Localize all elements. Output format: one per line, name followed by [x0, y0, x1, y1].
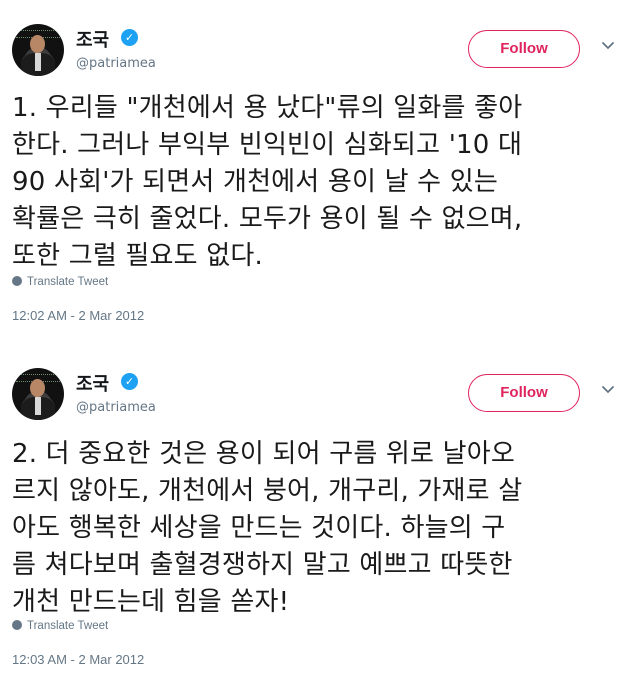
avatar-shirt	[35, 53, 41, 71]
verified-badge-icon: ✓	[121, 373, 138, 390]
translate-tweet-link[interactable]: Translate Tweet	[12, 276, 108, 288]
chevron-down-icon[interactable]	[600, 38, 616, 54]
tweet-text-line: 르지 않아도, 개천에서 붕어, 개구리, 가재로 살	[12, 476, 523, 506]
tweet-text-line: 아도 행복한 세상을 만드는 것이다. 하늘의 구	[12, 513, 506, 543]
tweet-text: 1. 우리들 "개천에서 용 났다"류의 일화를 좋아 한다. 그러나 부익부 …	[12, 90, 632, 275]
avatar[interactable]	[12, 24, 64, 76]
translate-label: Translate Tweet	[27, 620, 109, 632]
avatar[interactable]	[12, 368, 64, 420]
tweet-text-line: 1. 우리들 "개천에서 용 났다"류의 일화를 좋아	[12, 93, 523, 123]
tweet-text-line: 개천 만드는데 힘을 쏟자!	[12, 587, 290, 617]
avatar-face	[30, 35, 45, 53]
tweet-card: 조국 ✓ @patriamea Follow 2. 더 중요한 것은 용이 되어…	[0, 344, 640, 681]
tweet-card: 조국 ✓ @patriamea Follow 1. 우리들 "개천에서 용 났다…	[0, 0, 640, 337]
chevron-down-icon[interactable]	[600, 382, 616, 398]
tweet-text: 2. 더 중요한 것은 용이 되어 구름 위로 날아오 르지 않아도, 개천에서…	[12, 436, 632, 621]
follow-button[interactable]: Follow	[468, 30, 580, 68]
tweet-timestamp[interactable]: 12:02 AM - 2 Mar 2012	[12, 308, 144, 323]
user-handle[interactable]: @patriamea	[76, 400, 156, 415]
follow-button[interactable]: Follow	[468, 374, 580, 412]
display-name[interactable]: 조국	[76, 370, 109, 396]
verified-badge-icon: ✓	[121, 29, 138, 46]
avatar-face	[30, 379, 45, 397]
tweet-text-line: 확률은 극히 줄었다. 모두가 용이 될 수 없으며,	[12, 204, 523, 234]
globe-icon	[12, 276, 22, 286]
tweet-text-line: 또한 그럴 필요도 없다.	[12, 241, 263, 271]
globe-icon	[12, 620, 22, 630]
tweet-timestamp[interactable]: 12:03 AM - 2 Mar 2012	[12, 652, 144, 667]
display-name[interactable]: 조국	[76, 26, 109, 52]
translate-label: Translate Tweet	[27, 276, 109, 288]
tweet-text-line: 2. 더 중요한 것은 용이 되어 구름 위로 날아오	[12, 439, 515, 469]
user-handle[interactable]: @patriamea	[76, 56, 156, 71]
tweet-text-line: 90 사회'가 되면서 개천에서 용이 날 수 있는	[12, 167, 499, 197]
tweet-text-line: 름 쳐다보며 출혈경쟁하지 말고 예쁘고 따뜻한	[12, 550, 513, 580]
tweet-text-line: 한다. 그러나 부익부 빈익빈이 심화되고 '10 대	[12, 130, 523, 160]
avatar-shirt	[35, 397, 41, 415]
translate-tweet-link[interactable]: Translate Tweet	[12, 620, 108, 632]
